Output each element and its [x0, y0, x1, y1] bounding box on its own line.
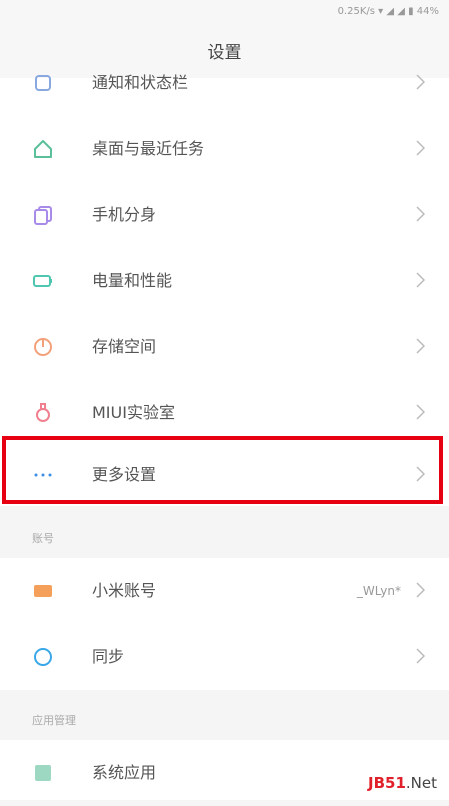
- clone-icon: [34, 206, 52, 225]
- section-header-apps: 应用管理: [32, 714, 76, 727]
- sync-icon: [34, 648, 52, 666]
- system-apps-icon: [35, 765, 51, 781]
- chevron-right-icon: [416, 404, 425, 420]
- chevron-right-icon: [416, 648, 425, 664]
- settings-item-storage[interactable]: 存储空间: [0, 314, 449, 380]
- highlight-box: [2, 436, 443, 504]
- section-header-account: 账号: [32, 532, 54, 545]
- home-icon: [34, 140, 52, 158]
- chevron-right-icon: [416, 582, 425, 598]
- settings-item-label: 同步: [92, 647, 125, 666]
- settings-item-label: 小米账号: [92, 581, 157, 600]
- chevron-right-icon: [416, 206, 425, 222]
- status-bar-text: 0.25K/s ▾ ◢ ◢ ▮ 44%: [337, 6, 439, 17]
- settings-item-mi-account[interactable]: 小米账号 _WLyn*: [0, 558, 449, 624]
- account-list: 小米账号 _WLyn* 同步: [0, 558, 449, 690]
- settings-item-label: 手机分身: [92, 205, 157, 224]
- watermark-text-b: .Net: [405, 774, 437, 792]
- chevron-right-icon: [416, 74, 425, 90]
- settings-item-label: 存储空间: [92, 337, 157, 356]
- settings-item-label: 电量和性能: [92, 271, 173, 290]
- settings-item-notifications[interactable]: 通知和状态栏: [0, 50, 449, 116]
- watermark: JB51.Net: [368, 774, 437, 792]
- settings-item-label: 桌面与最近任务: [92, 139, 205, 158]
- notification-icon: [35, 75, 51, 91]
- mi-account-icon: [34, 585, 52, 597]
- settings-item-desktop[interactable]: 桌面与最近任务: [0, 116, 449, 182]
- lab-flask-icon: [36, 403, 50, 422]
- chevron-right-icon: [416, 140, 425, 156]
- watermark-text-a: JB51: [368, 774, 406, 792]
- account-value: _WLyn*: [356, 584, 401, 598]
- status-bar: 0.25K/s ▾ ◢ ◢ ▮ 44%: [0, 0, 449, 28]
- settings-item-second-space[interactable]: 手机分身: [0, 182, 449, 248]
- settings-item-label: 系统应用: [92, 763, 157, 782]
- chevron-right-icon: [416, 338, 425, 354]
- settings-item-sync[interactable]: 同步: [0, 624, 449, 690]
- settings-item-system-apps[interactable]: 系统应用: [0, 740, 449, 806]
- battery-icon: [33, 275, 52, 287]
- settings-item-battery[interactable]: 电量和性能: [0, 248, 449, 314]
- settings-item-label: 通知和状态栏: [92, 73, 189, 92]
- storage-icon: [34, 338, 52, 356]
- chevron-right-icon: [416, 272, 425, 288]
